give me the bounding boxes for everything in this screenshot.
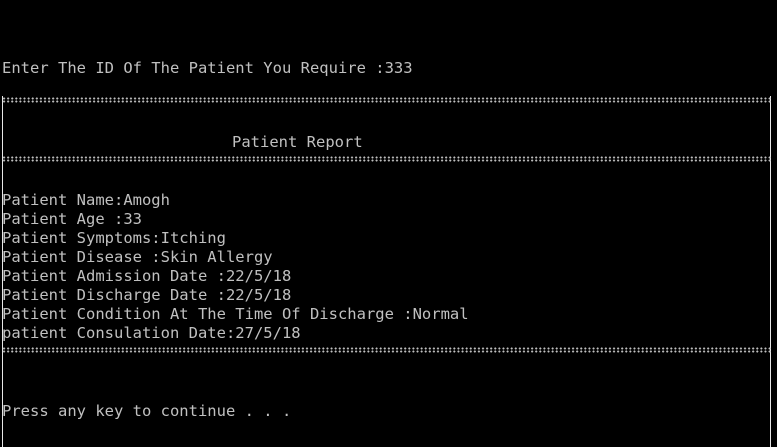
console-window: Enter The ID Of The Patient You Require … <box>0 0 777 447</box>
field-patient-name: Patient Name:Amogh <box>2 191 170 209</box>
separator-top <box>2 97 772 103</box>
right-border <box>770 96 771 447</box>
separator-title <box>2 156 772 162</box>
continue-message: Press any key to continue . . . <box>2 402 292 420</box>
field-patient-age: Patient Age :33 <box>2 210 142 228</box>
separator-bottom <box>2 347 772 353</box>
field-admission-date: Patient Admission Date :22/5/18 <box>2 267 292 285</box>
field-discharge-date: Patient Discharge Date :22/5/18 <box>2 286 292 304</box>
report-title: Patient Report <box>232 133 363 151</box>
id-prompt-line: Enter The ID Of The Patient You Require … <box>2 59 413 77</box>
field-discharge-condition: Patient Condition At The Time Of Dischar… <box>2 305 469 323</box>
field-consultation-date: patient Consulation Date:27/5/18 <box>2 324 301 342</box>
field-patient-disease: Patient Disease :Skin Allergy <box>2 248 273 266</box>
field-patient-symptoms: Patient Symptoms:Itching <box>2 229 226 247</box>
